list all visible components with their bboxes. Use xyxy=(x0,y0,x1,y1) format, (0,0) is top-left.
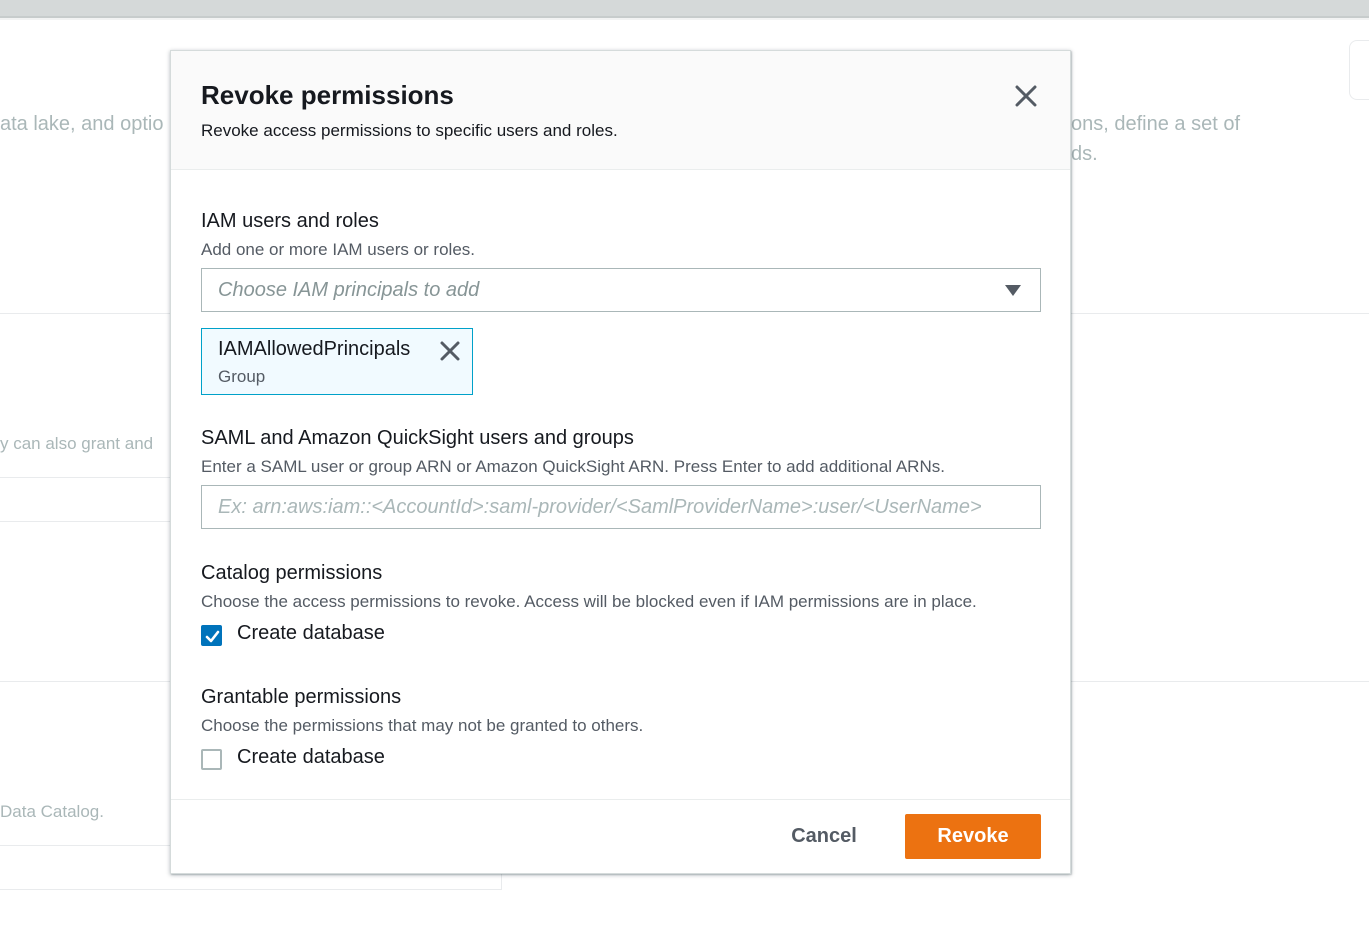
token-name: IAMAllowedPrincipals xyxy=(218,338,411,360)
catalog-permissions-description: Choose the access permissions to revoke.… xyxy=(201,592,977,611)
close-icon xyxy=(1015,85,1037,107)
catalog-create-database-label[interactable]: Create database xyxy=(237,622,385,645)
modal-footer: Cancel Revoke xyxy=(171,799,1070,873)
grantable-permissions-description: Choose the permissions that may not be g… xyxy=(201,716,644,735)
background-text: Data Catalog. xyxy=(0,802,104,821)
revoke-permissions-modal: Revoke permissions Revoke access permiss… xyxy=(170,50,1071,874)
caret-down-icon xyxy=(1005,285,1021,296)
background-text: ata lake, and optio xyxy=(0,113,164,135)
background-panel-edge xyxy=(1349,40,1369,100)
top-navigation-bar xyxy=(0,0,1369,18)
close-icon xyxy=(440,341,460,361)
grantable-permissions-label: Grantable permissions xyxy=(201,686,402,708)
saml-section-label: SAML and Amazon QuickSight users and gro… xyxy=(201,427,634,449)
background-divider xyxy=(501,873,502,890)
iam-section-label: IAM users and roles xyxy=(201,210,379,232)
select-placeholder: Choose IAM principals to add xyxy=(218,279,480,301)
saml-section-description: Enter a SAML user or group ARN or Amazon… xyxy=(201,457,945,476)
iam-principals-select[interactable]: Choose IAM principals to add xyxy=(201,268,1041,312)
background-text: ds. xyxy=(1071,143,1098,165)
modal-header: Revoke permissions Revoke access permiss… xyxy=(171,51,1070,170)
iam-section-description: Add one or more IAM users or roles. xyxy=(201,240,476,259)
token-type: Group xyxy=(218,367,266,386)
principal-token: IAMAllowedPrincipals Group xyxy=(201,328,473,395)
cancel-button[interactable]: Cancel xyxy=(769,814,879,858)
background-text: ons, define a set of xyxy=(1071,113,1241,135)
revoke-button[interactable]: Revoke xyxy=(905,814,1041,859)
token-remove-button[interactable] xyxy=(439,340,461,362)
grantable-create-database-checkbox[interactable] xyxy=(201,749,222,770)
catalog-create-database-checkbox[interactable] xyxy=(201,625,222,646)
background-divider xyxy=(0,521,170,522)
checkmark-icon xyxy=(205,630,220,643)
grantable-create-database-label[interactable]: Create database xyxy=(237,746,385,769)
background-divider xyxy=(0,889,502,890)
saml-arn-input[interactable] xyxy=(201,485,1041,529)
background-divider xyxy=(0,477,170,478)
catalog-permissions-label: Catalog permissions xyxy=(201,562,383,584)
modal-subtitle: Revoke access permissions to specific us… xyxy=(201,121,618,140)
modal-title: Revoke permissions xyxy=(201,80,454,110)
close-button[interactable] xyxy=(1012,82,1040,110)
background-divider xyxy=(0,845,170,846)
background-text: y can also grant and xyxy=(0,434,154,453)
